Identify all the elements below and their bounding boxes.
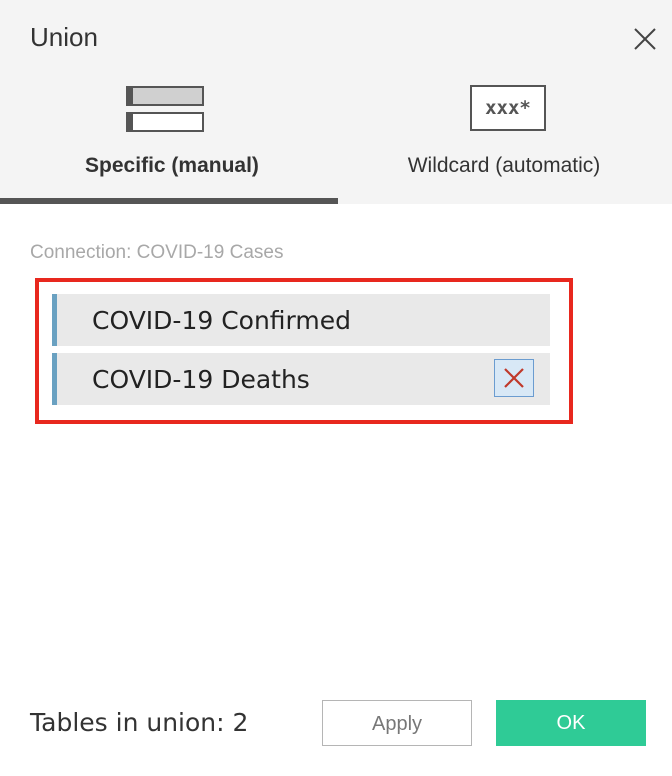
tables-in-union-count: Tables in union: 2 <box>30 708 249 737</box>
tab-specific-label: Specific (manual) <box>85 154 259 177</box>
tab-wildcard-label: Wildcard (automatic) <box>407 154 601 177</box>
close-button[interactable] <box>630 24 660 54</box>
wildcard-icon-text: xxx* <box>485 97 531 119</box>
dialog-title: Union <box>30 22 98 52</box>
connection-label: Connection: COVID-19 Cases <box>30 242 284 263</box>
union-table-label: COVID-19 Confirmed <box>92 306 351 335</box>
tab-specific-manual[interactable]: Specific (manual) <box>0 74 338 204</box>
dialog-header: Union Specific (manual) xxx* Wildcard (a… <box>0 0 672 204</box>
union-table-label: COVID-19 Deaths <box>92 365 310 394</box>
union-dialog: Union Specific (manual) xxx* Wildcard (a… <box>0 0 672 776</box>
tab-wildcard-automatic[interactable]: xxx* Wildcard (automatic) <box>338 74 672 204</box>
union-table-row[interactable]: COVID-19 Confirmed <box>52 294 550 346</box>
wildcard-icon: xxx* <box>470 85 546 131</box>
close-icon <box>634 28 656 50</box>
apply-button[interactable]: Apply <box>322 700 472 746</box>
tab-selected-indicator <box>0 198 338 204</box>
remove-table-button[interactable] <box>494 359 534 397</box>
table-list-icon <box>126 86 204 132</box>
union-table-row[interactable]: COVID-19 Deaths <box>52 353 550 405</box>
ok-button[interactable]: OK <box>496 700 646 746</box>
remove-x-icon <box>504 368 524 388</box>
